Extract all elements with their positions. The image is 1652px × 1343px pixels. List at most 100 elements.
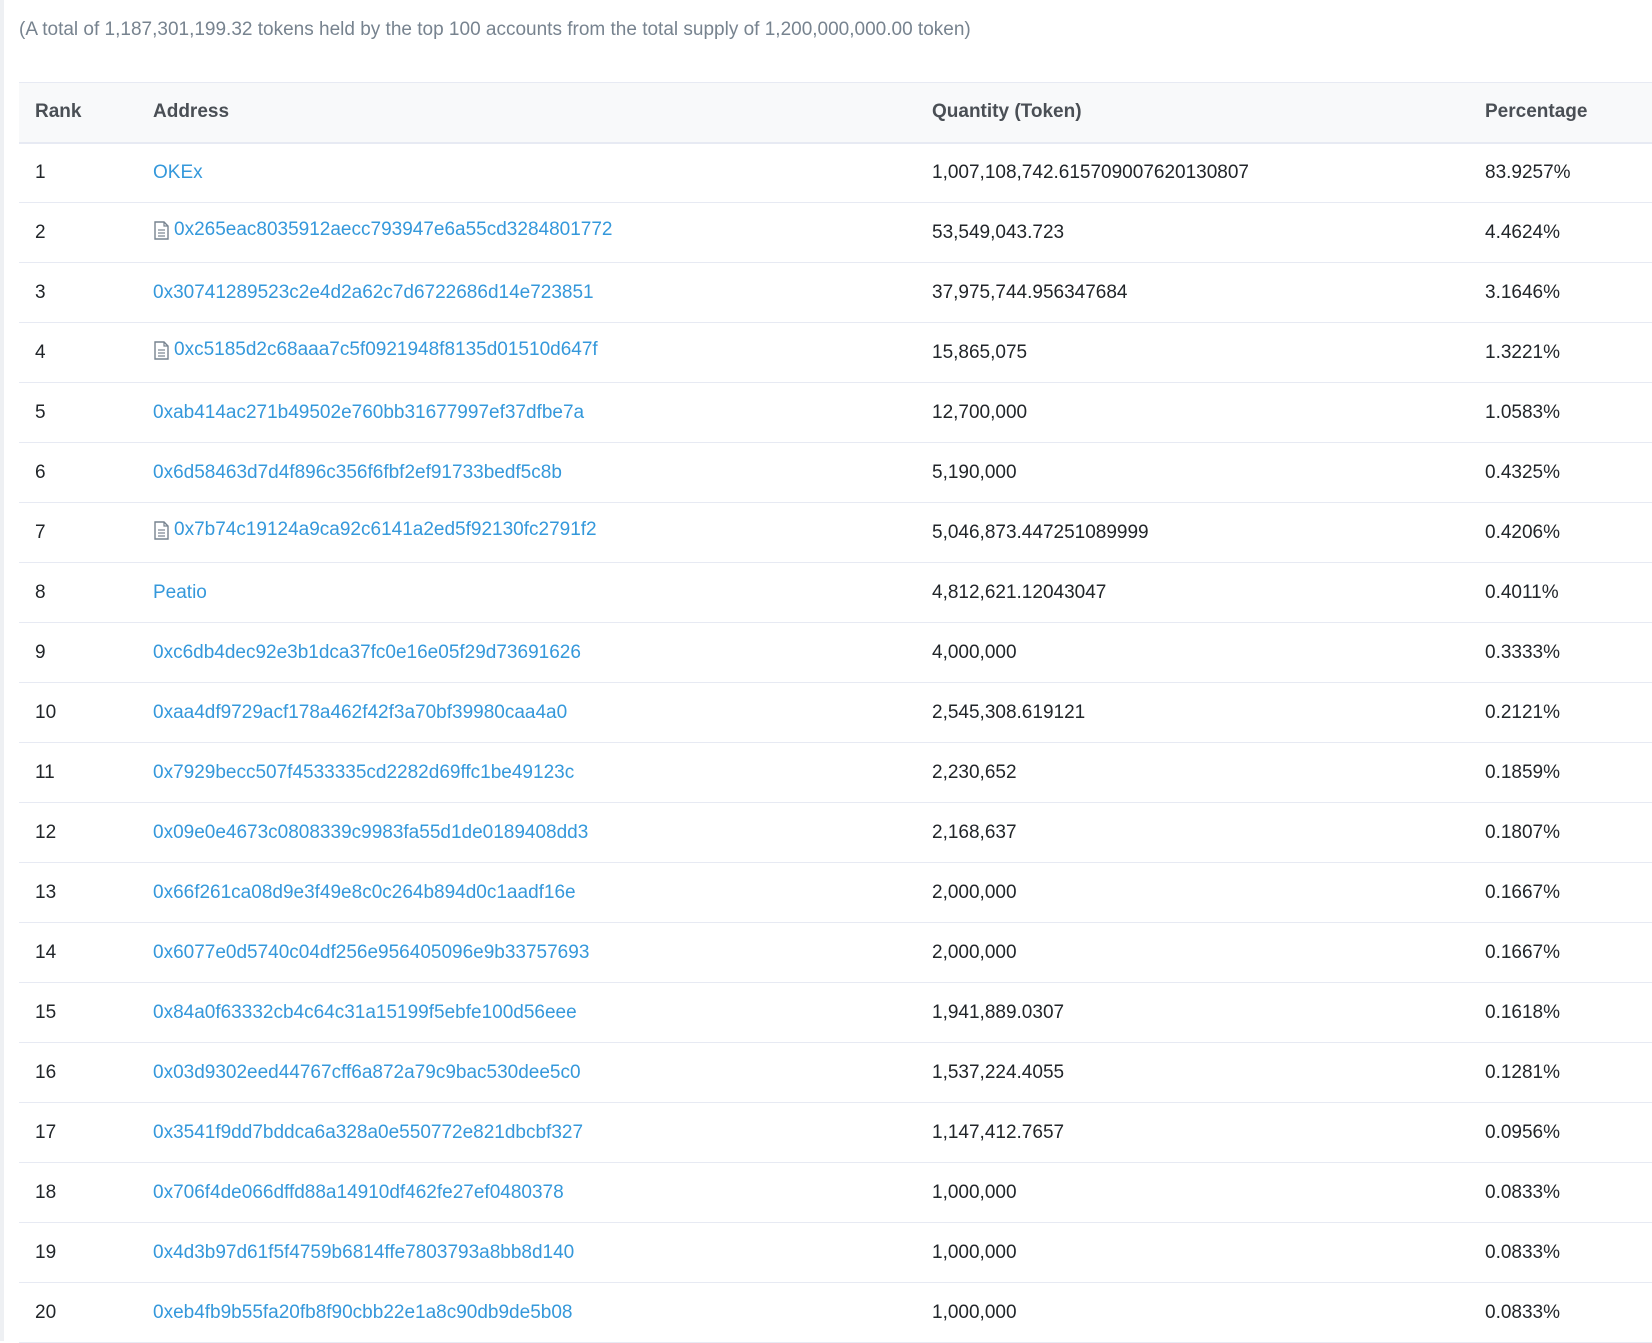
rank-cell: 1 [19,142,137,203]
address-text: 0x3541f9dd7bddca6a328a0e550772e821dbcbf3… [153,1121,584,1143]
address-link[interactable]: 0xaa4df9729acf178a462f42f3a70bf39980caa4… [153,702,567,724]
address-text: 0x706f4de066dffd88a14910df462fe27ef04803… [153,1181,564,1203]
address-link[interactable]: 0xc5185d2c68aaa7c5f0921948f8135d01510d64… [153,339,598,361]
percentage-cell: 0.1667% [1469,862,1652,923]
table-row: 18 0x706f4de066dffd88a14910df462fe27ef04… [19,1162,1652,1223]
address-link[interactable]: 0x84a0f63332cb4c64c31a15199f5ebfe100d56e… [153,1002,577,1024]
address-text: 0xc6db4dec92e3b1dca37fc0e16e05f29d736916… [153,641,581,663]
header-address: Address [137,82,916,144]
rank-cell: 7 [19,502,137,563]
percentage-cell: 1.0583% [1469,382,1652,443]
rank-cell: 10 [19,682,137,743]
percentage-cell: 0.1859% [1469,742,1652,803]
table-row: 5 0xab414ac271b49502e760bb31677997ef37df… [19,382,1652,443]
header-rank: Rank [19,82,137,144]
table-row: 3 0x30741289523c2e4d2a62c7d6722686d14e72… [19,262,1652,323]
address-link[interactable]: 0x66f261ca08d9e3f49e8c0c264b894d0c1aadf1… [153,882,576,904]
address-text: 0x30741289523c2e4d2a62c7d6722686d14e7238… [153,281,594,303]
quantity-cell: 1,941,889.0307 [916,982,1469,1043]
address-cell: 0xaa4df9729acf178a462f42f3a70bf39980caa4… [137,682,916,743]
rank-cell: 20 [19,1282,137,1343]
quantity-cell: 2,168,637 [916,802,1469,863]
address-link[interactable]: OKEx [153,162,203,184]
address-text: 0x6d58463d7d4f896c356f6fbf2ef91733bedf5c… [153,461,562,483]
rank-cell: 8 [19,562,137,623]
address-cell: 0x09e0e4673c0808339c9983fa55d1de0189408d… [137,802,916,863]
rank-cell: 4 [19,322,137,383]
percentage-cell: 0.1667% [1469,922,1652,983]
table-body: 1 OKEx 1,007,108,742.615709007620130807 … [19,142,1652,1343]
address-link[interactable]: 0x6077e0d5740c04df256e956405096e9b337576… [153,942,589,964]
address-link[interactable]: 0xeb4fb9b55fa20fb8f90cbb22e1a8c90db9de5b… [153,1302,572,1324]
table-row: 14 0x6077e0d5740c04df256e956405096e9b337… [19,922,1652,983]
rank-cell: 11 [19,742,137,803]
rank-cell: 16 [19,1042,137,1103]
percentage-cell: 4.4624% [1469,202,1652,263]
address-link[interactable]: 0x7929becc507f4533335cd2282d69ffc1be4912… [153,762,574,784]
address-text: 0x03d9302eed44767cff6a872a79c9bac530dee5… [153,1061,581,1083]
address-cell: 0x6077e0d5740c04df256e956405096e9b337576… [137,922,916,983]
rank-cell: 2 [19,202,137,263]
quantity-cell: 1,000,000 [916,1162,1469,1223]
page-left-border [0,0,4,1341]
address-text: 0x66f261ca08d9e3f49e8c0c264b894d0c1aadf1… [153,881,576,903]
token-holders-table: Rank Address Quantity (Token) Percentage… [19,82,1652,1343]
rank-cell: 9 [19,622,137,683]
quantity-cell: 2,000,000 [916,862,1469,923]
address-link[interactable]: 0x30741289523c2e4d2a62c7d6722686d14e7238… [153,282,594,304]
percentage-cell: 0.1281% [1469,1042,1652,1103]
address-link[interactable]: 0x706f4de066dffd88a14910df462fe27ef04803… [153,1182,564,1204]
address-text: 0xeb4fb9b55fa20fb8f90cbb22e1a8c90db9de5b… [153,1301,573,1323]
address-link[interactable]: 0x3541f9dd7bddca6a328a0e550772e821dbcbf3… [153,1122,583,1144]
address-cell: 0x66f261ca08d9e3f49e8c0c264b894d0c1aadf1… [137,862,916,923]
rank-cell: 17 [19,1102,137,1163]
table-row: 17 0x3541f9dd7bddca6a328a0e550772e821dbc… [19,1102,1652,1163]
address-cell: 0xc6db4dec92e3b1dca37fc0e16e05f29d736916… [137,622,916,683]
address-link[interactable]: 0xc6db4dec92e3b1dca37fc0e16e05f29d736916… [153,642,581,664]
rank-cell: 13 [19,862,137,923]
address-cell: Peatio [137,562,916,623]
table-row: 9 0xc6db4dec92e3b1dca37fc0e16e05f29d7369… [19,622,1652,683]
address-text: Peatio [153,581,207,603]
quantity-cell: 15,865,075 [916,322,1469,383]
address-cell: 0x706f4de066dffd88a14910df462fe27ef04803… [137,1162,916,1223]
address-link[interactable]: Peatio [153,582,207,604]
address-link[interactable]: 0x7b74c19124a9ca92c6141a2ed5f92130fc2791… [153,519,597,541]
percentage-cell: 0.0833% [1469,1162,1652,1223]
rank-cell: 18 [19,1162,137,1223]
address-link[interactable]: 0x6d58463d7d4f896c356f6fbf2ef91733bedf5c… [153,462,562,484]
table-row: 19 0x4d3b97d61f5f4759b6814ffe7803793a8bb… [19,1222,1652,1283]
address-cell: 0xc5185d2c68aaa7c5f0921948f8135d01510d64… [137,322,916,383]
quantity-cell: 4,000,000 [916,622,1469,683]
address-text: 0x7b74c19124a9ca92c6141a2ed5f92130fc2791… [174,519,597,541]
percentage-cell: 83.9257% [1469,142,1652,203]
contract-file-icon [153,221,170,240]
table-row: 16 0x03d9302eed44767cff6a872a79c9bac530d… [19,1042,1652,1103]
address-cell: 0x4d3b97d61f5f4759b6814ffe7803793a8bb8d1… [137,1222,916,1283]
address-link[interactable]: 0x09e0e4673c0808339c9983fa55d1de0189408d… [153,822,588,844]
quantity-cell: 12,700,000 [916,382,1469,443]
header-percentage: Percentage [1469,82,1652,144]
percentage-cell: 0.3333% [1469,622,1652,683]
address-text: 0xaa4df9729acf178a462f42f3a70bf39980caa4… [153,701,568,723]
table-row: 1 OKEx 1,007,108,742.615709007620130807 … [19,142,1652,203]
address-cell: 0x3541f9dd7bddca6a328a0e550772e821dbcbf3… [137,1102,916,1163]
quantity-cell: 37,975,744.956347684 [916,262,1469,323]
address-cell: 0x7b74c19124a9ca92c6141a2ed5f92130fc2791… [137,502,916,563]
address-link[interactable]: 0x03d9302eed44767cff6a872a79c9bac530dee5… [153,1062,581,1084]
quantity-cell: 2,230,652 [916,742,1469,803]
rank-cell: 12 [19,802,137,863]
header-quantity: Quantity (Token) [916,82,1469,144]
address-text: 0xc5185d2c68aaa7c5f0921948f8135d01510d64… [174,339,598,361]
rank-cell: 5 [19,382,137,443]
address-link[interactable]: 0xab414ac271b49502e760bb31677997ef37dfbe… [153,402,584,424]
address-text: 0xab414ac271b49502e760bb31677997ef37dfbe… [153,401,585,423]
percentage-cell: 0.4011% [1469,562,1652,623]
rank-cell: 19 [19,1222,137,1283]
address-text: 0x09e0e4673c0808339c9983fa55d1de0189408d… [153,821,589,843]
address-link[interactable]: 0x265eac8035912aecc793947e6a55cd32848017… [153,219,612,241]
address-link[interactable]: 0x4d3b97d61f5f4759b6814ffe7803793a8bb8d1… [153,1242,574,1264]
rank-cell: 15 [19,982,137,1043]
quantity-cell: 1,147,412.7657 [916,1102,1469,1163]
percentage-cell: 0.1618% [1469,982,1652,1043]
